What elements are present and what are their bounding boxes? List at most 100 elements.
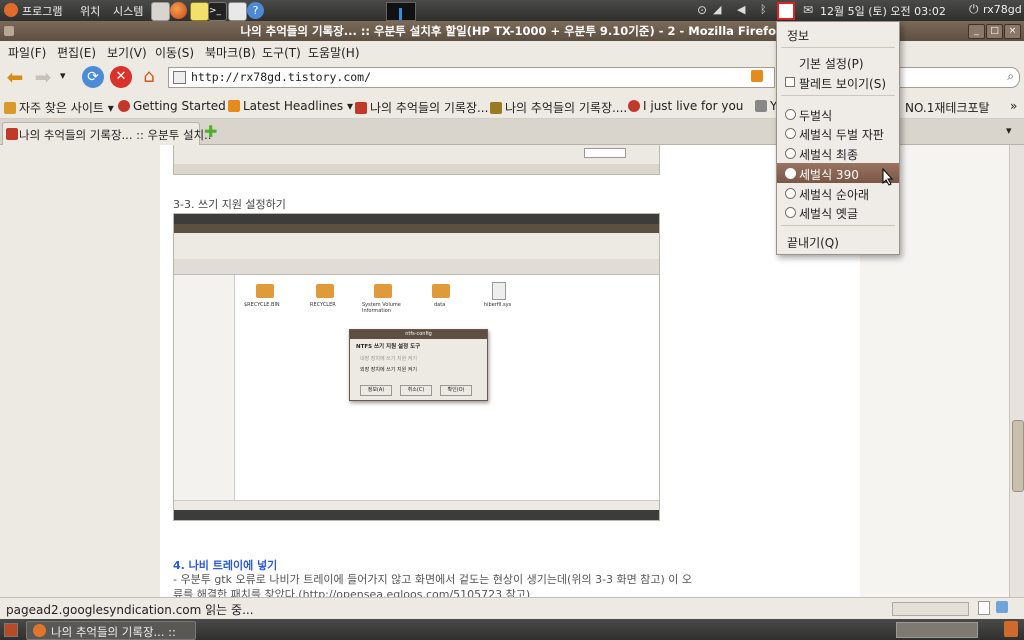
menu-item-label: 세벌식 두벌 자판 (799, 128, 884, 142)
screenshot-launcher-icon[interactable] (228, 2, 247, 21)
places-menu[interactable]: 위치 (80, 3, 100, 19)
tab-active[interactable]: 나의 추억들의 기록장... :: 우분투 설치.. (2, 122, 211, 145)
page-icon (755, 100, 767, 112)
firefox-launcher-icon[interactable] (170, 2, 187, 19)
stop-button[interactable]: ✕ (110, 66, 132, 88)
help-launcher-icon[interactable] (151, 2, 170, 21)
system-monitor-icon[interactable] (386, 2, 416, 21)
menu-item-layout[interactable]: 두벌식 (777, 104, 899, 124)
ntfs-config-dialog: ntfs-config NTFS 쓰기 지원 설정 도구 내장 장치에 쓰기 지… (349, 329, 488, 401)
text-editor-launcher-icon[interactable] (190, 2, 209, 21)
menu-item-label: 끝내기(Q) (787, 236, 839, 250)
menu-item-layout[interactable]: 세벌식 순아래 (777, 183, 899, 203)
rss-feed-icon[interactable] (751, 70, 763, 82)
dialog-option: 외장 장치에 쓰기 지원 켜기 (360, 367, 417, 373)
mouse-cursor-icon (882, 168, 894, 186)
back-button[interactable]: ⬅ (4, 66, 26, 88)
radio-button[interactable] (785, 109, 796, 120)
scrollbar-thumb[interactable] (1012, 420, 1024, 492)
folder-label: System Volume Information (362, 302, 401, 314)
bookmark-item[interactable]: I just live for you (628, 99, 743, 113)
menu-item-layout[interactable]: 세벌식 옛글 (777, 202, 899, 222)
paragraph-line: 류를 해결한 패치를 찾았다.(http://opensea.egloos.co… (173, 588, 531, 597)
site-identity-icon[interactable] (173, 71, 186, 84)
menu-bookmarks[interactable]: 북마크(B) (205, 44, 256, 61)
terminal-launcher-icon[interactable]: >_ (208, 2, 227, 21)
status-text: pagead2.googlesyndication.com 읽는 중... (6, 603, 254, 617)
tab-list-icon[interactable]: ▾ (1006, 124, 1012, 137)
taskbar-firefox-button[interactable]: 나의 추억들의 기록장... :: (26, 621, 196, 640)
menu-item-quit[interactable]: 끝내기(Q) (777, 231, 899, 251)
trash-icon[interactable] (1004, 621, 1018, 637)
nabi-tray-icon[interactable] (777, 2, 795, 20)
menu-item-label: 세벌식 최종 (799, 148, 859, 162)
folder-label: hiberfil.sys (484, 302, 512, 308)
reload-button[interactable]: ⟳ (82, 66, 104, 88)
menu-help[interactable]: 도움말(H) (308, 44, 360, 61)
section-title: 3-3. 쓰기 지원 설정하기 (173, 198, 286, 211)
menu-item-layout[interactable]: 세벌식 두벌 자판 (777, 123, 899, 143)
paragraph-line: - 우분투 gtk 오류로 나비가 트레이에 들어가지 않고 화면에서 겉도는 … (173, 573, 693, 586)
menu-edit[interactable]: 편집(E) (57, 44, 96, 61)
page-icon[interactable] (978, 601, 990, 615)
forward-button[interactable]: ➡ (32, 66, 54, 88)
radio-button[interactable] (785, 207, 796, 218)
maximize-button[interactable]: □ (986, 24, 1003, 39)
history-dropdown-icon[interactable]: ▾ (60, 69, 66, 82)
bookmark-item[interactable]: Y (755, 99, 777, 113)
radio-button[interactable] (785, 188, 796, 199)
menu-item-show-palette[interactable]: 팔레트 보이기(S) (777, 72, 899, 92)
mail-icon[interactable]: ✉ (803, 3, 813, 17)
download-icon[interactable] (996, 601, 1008, 613)
system-menu[interactable]: 시스템 (113, 3, 143, 19)
help-question-icon[interactable]: ? (247, 2, 264, 19)
bluetooth-icon[interactable]: ᛒ (760, 3, 767, 16)
menu-item-label: 정보 (787, 29, 810, 43)
bookmark-item[interactable]: Latest Headlines ▾ (228, 99, 353, 113)
bookmark-label: 나의 추억들의 기록장... (370, 101, 489, 115)
bookmark-item[interactable]: NO.1재테크포탈 (905, 99, 990, 116)
article-screenshot: $RECYCLE.BIN RECYCLER System Volume Info… (173, 213, 660, 521)
nabi-menu: 정보 기본 설정(P) 팔레트 보이기(S) 두벌식 세벌식 두벌 자판 세벌식… (776, 21, 900, 255)
menu-file[interactable]: 파일(F) (8, 44, 46, 61)
show-desktop-icon[interactable] (4, 623, 18, 637)
radio-button-selected[interactable] (785, 168, 796, 179)
menu-item-layout-selected[interactable]: 세벌식 390 (777, 163, 899, 183)
power-icon[interactable]: ⏻ (969, 2, 979, 17)
clock[interactable]: 12월 5일 (토) 오전 03:02 (820, 3, 946, 19)
menu-item-info[interactable]: 정보 (777, 24, 899, 44)
bookmark-item[interactable]: 나의 추억들의 기록장.... (490, 99, 627, 116)
new-tab-plus-icon[interactable]: ✚ (204, 122, 217, 141)
close-button[interactable]: × (1004, 24, 1021, 39)
menu-tools[interactable]: 도구(T) (262, 44, 301, 61)
folder-icon (256, 284, 274, 298)
bookmark-item[interactable]: 자주 찾은 사이트 ▾ (4, 99, 114, 116)
bookmarks-overflow-chevron-icon[interactable]: » (1010, 99, 1017, 113)
ubuntu-logo-icon[interactable] (4, 3, 18, 17)
radio-button[interactable] (785, 128, 796, 139)
menu-go[interactable]: 이동(S) (155, 44, 194, 61)
search-icon[interactable]: ⌕ (1007, 69, 1014, 84)
applications-menu[interactable]: 프로그램 (22, 3, 62, 19)
volume-icon[interactable]: ◀ (737, 3, 745, 16)
bookmark-label: Getting Started (133, 99, 226, 113)
radio-button[interactable] (785, 148, 796, 159)
vertical-scrollbar[interactable] (1009, 145, 1024, 597)
workspace-switcher[interactable] (896, 622, 978, 638)
page-icon (355, 102, 367, 114)
home-button[interactable]: ⌂ (138, 66, 160, 88)
bookmark-item[interactable]: Getting Started (118, 99, 226, 113)
url-bar[interactable]: http://rx78gd.tistory.com/ (168, 67, 775, 88)
alert-icon[interactable]: ⊙ (697, 3, 707, 17)
bookmark-item[interactable]: 나의 추억들의 기록장... (355, 99, 488, 116)
minimize-button[interactable]: _ (968, 24, 985, 39)
article-image-top (173, 145, 660, 175)
user-name[interactable]: rx78gd (983, 3, 1022, 16)
menu-item-preferences[interactable]: 기본 설정(P) (777, 52, 899, 72)
wifi-icon[interactable]: ◢ (713, 3, 721, 16)
dialog-button: 정보(A) (360, 385, 392, 396)
url-input[interactable]: http://rx78gd.tistory.com/ (191, 70, 371, 84)
menu-view[interactable]: 보기(V) (107, 44, 147, 61)
checkbox[interactable] (785, 77, 795, 87)
menu-item-layout[interactable]: 세벌식 최종 (777, 143, 899, 163)
